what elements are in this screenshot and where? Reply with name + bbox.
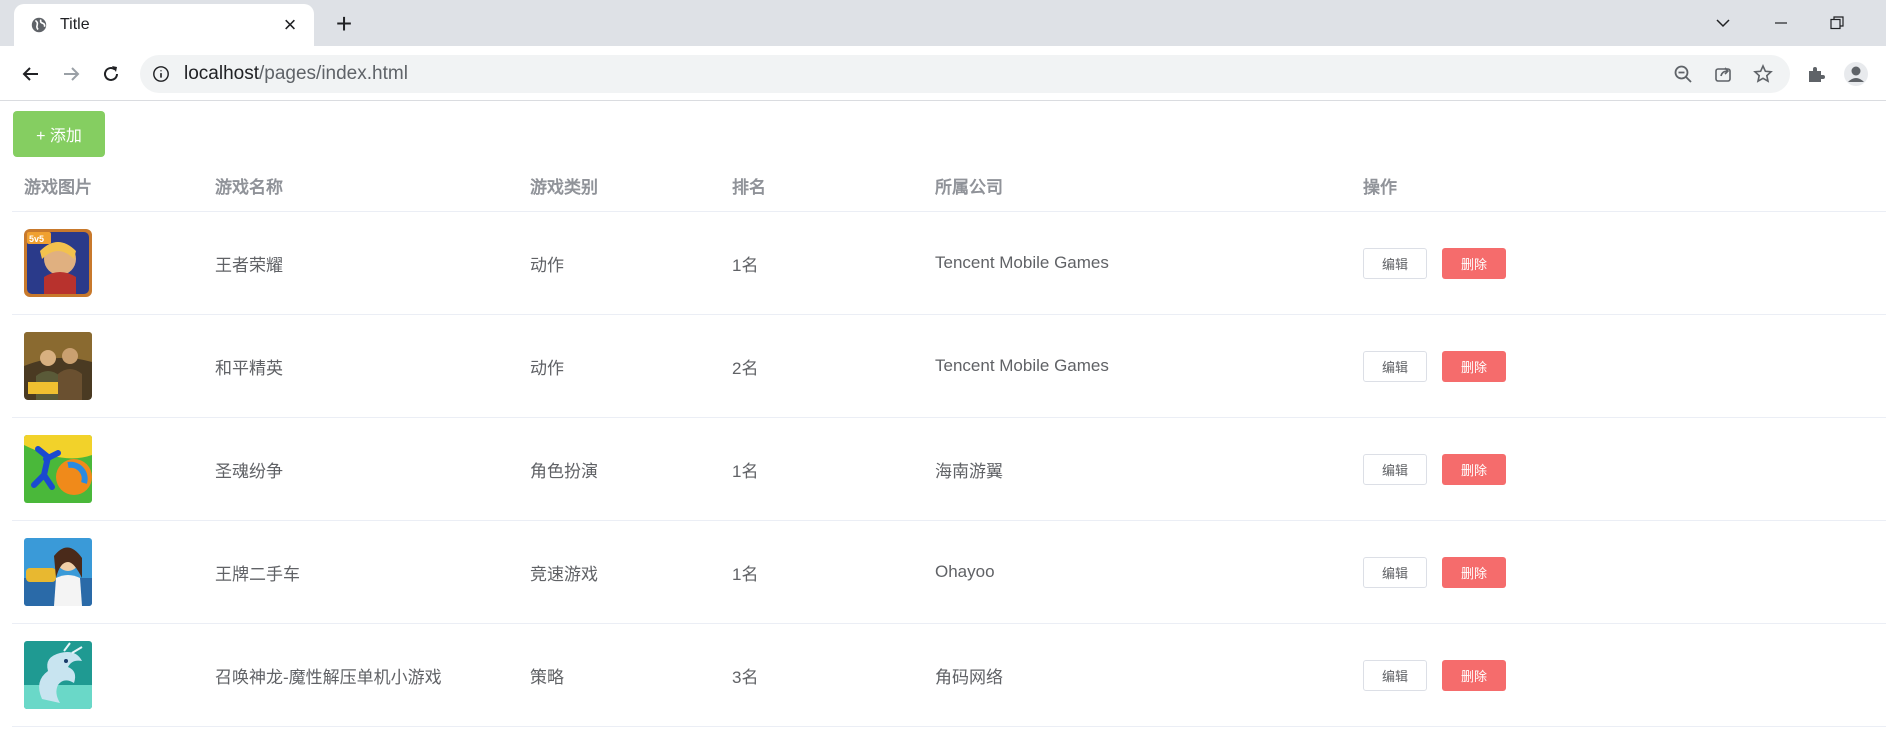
game-category: 动作 [530, 255, 564, 275]
address-bar[interactable]: localhost/pages/index.html [140, 55, 1790, 93]
site-info-icon[interactable] [152, 65, 170, 83]
header-actions: 操作 [1363, 178, 1397, 197]
game-company: Ohayoo [935, 562, 995, 581]
game-company: Tencent Mobile Games [935, 356, 1109, 375]
tab-strip: Title × + [0, 0, 1886, 46]
game-name: 圣魂纷争 [215, 461, 283, 481]
globe-icon [31, 17, 47, 33]
game-image-cell [12, 332, 215, 400]
game-image-cell [12, 538, 215, 606]
game-category: 动作 [530, 358, 564, 378]
actions-cell: 编辑 删除 [1363, 556, 1886, 588]
game-image-cell [12, 641, 215, 709]
game-category: 角色扮演 [530, 461, 598, 481]
tab-title: Title [60, 16, 90, 33]
delete-button[interactable]: 删除 [1442, 247, 1506, 279]
minimize-icon[interactable] [1766, 8, 1796, 38]
header-name: 游戏名称 [215, 178, 283, 197]
browser-tab[interactable]: Title × [14, 4, 314, 46]
header-company: 所属公司 [935, 178, 1003, 197]
restore-icon[interactable] [1822, 8, 1852, 38]
table-row: 圣魂纷争 角色扮演 1名 海南游翼 编辑 删除 [12, 418, 1886, 521]
game-company: 海南游翼 [935, 461, 1003, 481]
tab-search-icon[interactable] [1708, 8, 1738, 38]
game-company: 角码网络 [935, 667, 1003, 687]
edit-button[interactable]: 编辑 [1363, 350, 1427, 382]
table-row: 召唤神龙-魔性解压单机小游戏 策略 3名 角码网络 编辑 删除 [12, 624, 1886, 727]
actions-cell: 编辑 删除 [1363, 247, 1886, 279]
actions-cell: 编辑 删除 [1363, 453, 1886, 485]
game-icon-shenghun [24, 435, 92, 503]
game-image-cell [12, 435, 215, 503]
delete-button[interactable]: 删除 [1442, 350, 1506, 382]
game-category: 策略 [530, 667, 564, 687]
game-rank: 2名 [732, 358, 759, 378]
games-table: 游戏图片 游戏名称 游戏类别 排名 所属公司 操作 5v5 王者荣耀 动作 1名… [12, 160, 1886, 727]
actions-cell: 编辑 删除 [1363, 659, 1886, 691]
actions-cell: 编辑 删除 [1363, 350, 1886, 382]
add-button[interactable]: + 添加 [13, 111, 105, 157]
game-name: 王者荣耀 [215, 255, 283, 275]
header-category: 游戏类别 [530, 178, 598, 197]
game-icon-heping [24, 332, 92, 400]
table-row: 5v5 王者荣耀 动作 1名 Tencent Mobile Games 编辑 删… [12, 212, 1886, 315]
game-image-cell: 5v5 [12, 229, 215, 297]
bookmark-star-icon[interactable] [1748, 59, 1778, 89]
game-name: 和平精英 [215, 358, 283, 378]
delete-button[interactable]: 删除 [1442, 453, 1506, 485]
delete-button[interactable]: 删除 [1442, 659, 1506, 691]
url-text: localhost/pages/index.html [184, 63, 408, 85]
back-arrow-icon[interactable] [15, 58, 47, 90]
table-header: 游戏图片 游戏名称 游戏类别 排名 所属公司 操作 [12, 160, 1886, 212]
omnibox-actions [1668, 59, 1778, 89]
url-path: /pages/index.html [259, 63, 408, 84]
new-tab-icon[interactable]: + [330, 10, 358, 38]
game-icon-dragon [24, 641, 92, 709]
game-name: 王牌二手车 [215, 564, 300, 584]
game-category: 竞速游戏 [530, 564, 598, 584]
edit-button[interactable]: 编辑 [1363, 659, 1427, 691]
game-rank: 1名 [732, 461, 759, 481]
close-tab-icon[interactable]: × [278, 13, 302, 37]
forward-arrow-icon[interactable] [55, 58, 87, 90]
table-row: 和平精英 动作 2名 Tencent Mobile Games 编辑 删除 [12, 315, 1886, 418]
header-image: 游戏图片 [24, 178, 92, 197]
table-row: 王牌二手车 竞速游戏 1名 Ohayoo 编辑 删除 [12, 521, 1886, 624]
share-icon[interactable] [1708, 59, 1738, 89]
profile-avatar-icon[interactable] [1840, 58, 1872, 90]
reload-icon[interactable] [95, 58, 127, 90]
extensions-puzzle-icon[interactable] [1800, 58, 1832, 90]
game-rank: 3名 [732, 667, 759, 687]
delete-button[interactable]: 删除 [1442, 556, 1506, 588]
header-rank: 排名 [732, 178, 766, 197]
edit-button[interactable]: 编辑 [1363, 556, 1427, 588]
browser-toolbar: localhost/pages/index.html [0, 46, 1886, 101]
url-host: localhost [184, 63, 259, 84]
game-icon-wangpai [24, 538, 92, 606]
svg-text:5v5: 5v5 [29, 234, 44, 244]
zoom-out-icon[interactable] [1668, 59, 1698, 89]
game-name: 召唤神龙-魔性解压单机小游戏 [215, 667, 442, 687]
edit-button[interactable]: 编辑 [1363, 453, 1427, 485]
game-company: Tencent Mobile Games [935, 253, 1109, 272]
game-rank: 1名 [732, 564, 759, 584]
game-icon-wangzhe: 5v5 [24, 229, 92, 297]
edit-button[interactable]: 编辑 [1363, 247, 1427, 279]
game-rank: 1名 [732, 255, 759, 275]
page-content: + 添加 游戏图片 游戏名称 游戏类别 排名 所属公司 操作 5v5 王者荣耀 … [0, 102, 1886, 746]
